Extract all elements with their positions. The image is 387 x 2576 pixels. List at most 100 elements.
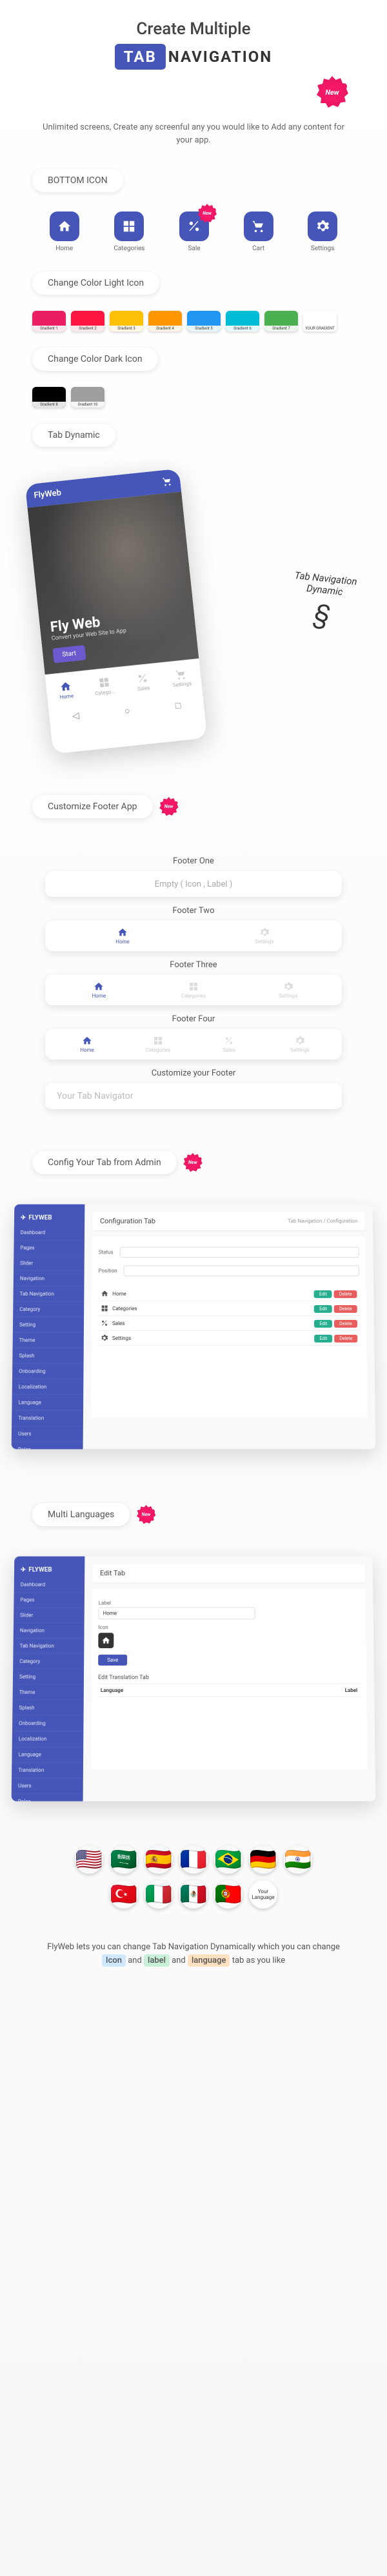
flag-custom: Your Language bbox=[249, 1880, 277, 1909]
translation-header: Edit Translation Tab bbox=[98, 1675, 360, 1684]
flag-icon: 🇫🇷 bbox=[179, 1845, 208, 1874]
save-button[interactable]: Save bbox=[98, 1655, 127, 1666]
delete-button[interactable]: Delete bbox=[334, 1334, 357, 1342]
flag-icon: 🇧🇷 bbox=[214, 1845, 243, 1874]
hero-start-button[interactable]: Start bbox=[52, 645, 86, 663]
color-chip[interactable]: YOUR GRADIENT bbox=[303, 311, 337, 331]
sidebar-item[interactable]: Pages bbox=[14, 1593, 84, 1608]
config-admin-row: Config Your Tab from Admin New bbox=[13, 1122, 374, 1190]
sidebar-item[interactable]: Navigation bbox=[14, 1271, 84, 1286]
sidebar-item[interactable]: Language bbox=[12, 1395, 83, 1410]
sidebar-item[interactable]: Onboarding bbox=[12, 1716, 84, 1731]
footer-three-demo: HomeCategoriesSettings bbox=[45, 975, 342, 1005]
delete-button[interactable]: Delete bbox=[334, 1320, 357, 1328]
new-badge: New bbox=[159, 797, 179, 816]
color-chip[interactable]: Gradient 8 bbox=[32, 387, 66, 408]
phone-tab[interactable]: Home bbox=[45, 671, 87, 709]
footer-tab[interactable]: Settings bbox=[264, 1036, 335, 1053]
section-multi-lang: Multi Languages bbox=[32, 1503, 130, 1526]
color-chip[interactable]: Gradient 2 bbox=[71, 311, 104, 331]
icon-item-percent[interactable]: NewSale bbox=[179, 211, 209, 252]
footer-two-title: Footer Two bbox=[45, 906, 342, 916]
status-toggle[interactable] bbox=[119, 1247, 359, 1258]
icon-preview[interactable] bbox=[98, 1633, 114, 1648]
bottom-icon-row: Home Categories NewSale Cart Settings bbox=[13, 202, 374, 262]
footer-one-demo: Empty ( Icon , Label ) bbox=[45, 871, 342, 897]
sidebar-item[interactable]: Localization bbox=[12, 1379, 84, 1395]
footer-custom-input[interactable]: Your Tab Navigator bbox=[45, 1083, 342, 1109]
flag-icon: 🇺🇸 bbox=[75, 1845, 103, 1874]
footer-tab[interactable]: Categories bbox=[123, 1036, 194, 1053]
footer-custom-title: Customize your Footer bbox=[45, 1068, 342, 1078]
back-icon[interactable]: ◁ bbox=[72, 711, 79, 722]
color-label: Gradient 5 bbox=[187, 326, 221, 331]
sidebar-item[interactable]: Tab Navigation bbox=[13, 1286, 84, 1302]
sidebar-item[interactable]: Setting bbox=[13, 1317, 84, 1333]
footer-three-title: Footer Three bbox=[45, 960, 342, 970]
phone-tab[interactable]: Settings bbox=[161, 659, 203, 697]
highlight-language: language bbox=[188, 1954, 230, 1967]
color-chip[interactable]: Gradient 6 bbox=[226, 311, 259, 331]
sidebar-item[interactable]: Localization bbox=[12, 1731, 84, 1747]
admin-content: Status Position HomeEditDeleteCategories… bbox=[91, 1237, 368, 1417]
edit-button[interactable]: Edit bbox=[314, 1320, 332, 1328]
footer-tab[interactable]: Home bbox=[52, 927, 194, 945]
section-tab-dynamic: Tab Dynamic bbox=[32, 424, 115, 447]
sidebar-item[interactable]: Setting bbox=[13, 1669, 84, 1685]
color-chip[interactable]: Gradient 5 bbox=[187, 311, 221, 331]
sidebar-item[interactable]: Dashboard bbox=[14, 1225, 85, 1241]
sidebar-item[interactable]: Onboarding bbox=[12, 1364, 84, 1379]
sidebar-item[interactable]: Category bbox=[13, 1654, 84, 1669]
color-chip[interactable]: Gradient 7 bbox=[264, 311, 298, 331]
sidebar-item[interactable]: Splash bbox=[12, 1700, 83, 1716]
sidebar-item[interactable]: Tab Navigation bbox=[13, 1638, 84, 1654]
edit-button[interactable]: Edit bbox=[314, 1305, 332, 1313]
sidebar-item[interactable]: Translation bbox=[12, 1411, 83, 1426]
edit-button[interactable]: Edit bbox=[314, 1290, 332, 1298]
phone-tab[interactable]: Catego... bbox=[83, 667, 125, 705]
sidebar-item[interactable]: Theme bbox=[13, 1685, 84, 1700]
flag-icon: 🇪🇸 bbox=[144, 1845, 173, 1874]
sidebar-item[interactable]: Users bbox=[12, 1778, 83, 1794]
footer-tab[interactable]: Settings bbox=[194, 927, 335, 945]
home-icon[interactable]: ○ bbox=[124, 705, 130, 716]
color-chip[interactable]: Gradient 1 bbox=[32, 311, 66, 331]
color-chip[interactable]: Gradient 4 bbox=[148, 311, 182, 331]
color-label: Gradient 10 bbox=[71, 402, 104, 408]
sidebar-item[interactable]: Pages bbox=[14, 1241, 84, 1256]
delete-button[interactable]: Delete bbox=[334, 1290, 357, 1298]
recent-icon[interactable]: □ bbox=[175, 700, 181, 711]
footer-tab[interactable]: Sales bbox=[194, 1036, 264, 1053]
edit-tab-title: Edit Tab bbox=[100, 1569, 125, 1577]
sidebar-item[interactable]: Theme bbox=[13, 1333, 84, 1348]
sidebar-item[interactable]: Roles bbox=[12, 1794, 83, 1801]
sidebar-item[interactable]: Users bbox=[12, 1426, 83, 1442]
sidebar-item[interactable]: Roles bbox=[12, 1442, 83, 1449]
icon-item-gear[interactable]: Settings bbox=[308, 211, 337, 252]
footer-tab[interactable]: Categories bbox=[146, 981, 241, 999]
icon-item-home[interactable]: Home bbox=[50, 211, 79, 252]
sidebar-item[interactable]: Translation bbox=[12, 1763, 83, 1778]
sidebar-item[interactable]: Dashboard bbox=[14, 1577, 85, 1593]
footer-tab[interactable]: Settings bbox=[241, 981, 335, 999]
sidebar-item[interactable]: Slider bbox=[14, 1256, 84, 1272]
sidebar-item[interactable]: Splash bbox=[12, 1348, 83, 1364]
icon-item-grid[interactable]: Categories bbox=[114, 211, 144, 252]
sidebar-item[interactable]: Slider bbox=[14, 1608, 84, 1624]
sidebar-item[interactable]: Category bbox=[13, 1302, 84, 1317]
icon-item-cart[interactable]: Cart bbox=[244, 211, 273, 252]
icon-label: Settings bbox=[311, 245, 335, 252]
color-chip[interactable]: Gradient 10 bbox=[71, 387, 104, 408]
label-input[interactable]: Home bbox=[99, 1608, 255, 1620]
admin-header: Edit Tab bbox=[92, 1564, 365, 1582]
footer-tab[interactable]: Home bbox=[52, 981, 146, 999]
footer-tab[interactable]: Home bbox=[52, 1036, 123, 1053]
position-select[interactable] bbox=[124, 1265, 360, 1276]
phone-tab[interactable]: Sales bbox=[122, 663, 164, 701]
color-chip[interactable]: Gradient 3 bbox=[110, 311, 143, 331]
edit-button[interactable]: Edit bbox=[315, 1334, 333, 1342]
sidebar-item[interactable]: Navigation bbox=[14, 1623, 84, 1638]
admin-config-mockup: ✈ FLYWEB DashboardPagesSliderNavigationT… bbox=[12, 1204, 376, 1450]
delete-button[interactable]: Delete bbox=[334, 1305, 357, 1313]
sidebar-item[interactable]: Language bbox=[12, 1747, 83, 1762]
